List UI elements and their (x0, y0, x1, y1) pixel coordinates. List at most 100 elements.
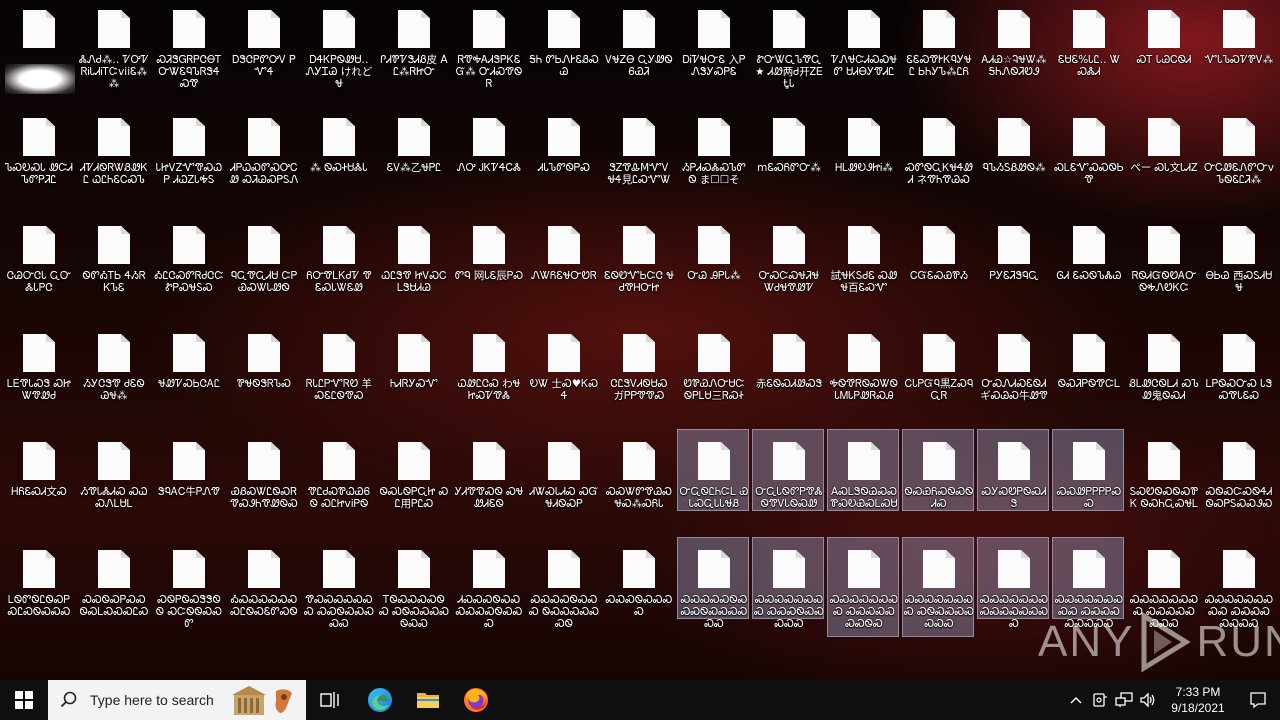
desktop-file-icon[interactable]: ᏫᏍᏘᏢᏫᏡᏨᏞ (1052, 329, 1124, 411)
desktop-file-icon[interactable]: ᏒᏓᏝᏢᏉᏒᏬ 羊ᏍᏋᏝᏫᏡᏍ (302, 329, 374, 411)
desktop-file-icon[interactable]: ᏓᏥᏙᏃᏉᏡᏍᏇᏢ ᏗᏇᏃᏓᎭᏚ (152, 113, 224, 195)
desktop-file-icon[interactable]: ペー ᏍᏓ文ᏓᏗᏃ (1127, 113, 1199, 195)
desktop-file-icon[interactable]: ᏍᏫᏢᏫᏍᏕᏕᏫᏫ ᏍᏨᏫᏫᏍᏍᏛ (152, 545, 224, 630)
desktop-file-icon[interactable]: ᏋᏙ⁂乙ᏠᏢᏝ (377, 113, 449, 195)
desktop-file-icon[interactable]: ᏞᏫᏛᏫᏝᏫᏍᏢ ᏍᏝᏍᏫᏍᏍᏍ (2, 545, 74, 627)
network-tray-button[interactable] (1112, 680, 1136, 720)
desktop[interactable]: ᏜᏁᏧ⁂‥ ᏤᎤᏤᏒᎥᏓᏗᎥᎢᏨviiᏋ⁂⁂ ᏍᏘᏕᏀᏒᏢᏣᎾᎢᏅᏔᏋᏄᏖᏒᏕᏎᏍ… (0, 0, 1280, 680)
desktop-file-icon[interactable]: ᏱᏡᏓᏜᏗᏍ ᏍᏇᏍᏁᏞᏌᏞ (77, 437, 149, 519)
desktop-file-icon[interactable]: ᏍᏍᏍᏫᏍᏍᏍᏍ (602, 545, 674, 627)
desktop-file-icon[interactable]: ᏍᎩᏍᏬᏢᏫᏍᏗᏕ (977, 429, 1049, 511)
desktop-file-icon[interactable]: ᏯᏰᏍᏔᏝᏫᏍᏒ ᏡᏍᏭᏂᏡᏪᏫᏍ (227, 437, 299, 519)
desktop-file-icon[interactable]: ᎾᏏᏊ 西ᏍᏚᏗᏌᏠ (1202, 221, 1274, 303)
desktop-file-icon[interactable]: ᏱᎩᏣᏕᏡ ᏧᏋᏫᏊᏠ⁂ (77, 329, 149, 411)
file-explorer-taskbar-button[interactable] (404, 680, 452, 720)
desktop-file-icon[interactable]: ᏍᏘᏕᏀᏒᏢᏣᎾᎢᏅᏔᏋᏄᏖᏒᏕᏎᏍᏡ (152, 5, 224, 90)
desktop-file-icon[interactable]: mᏋᏍᏲᏛᏅ⁂ (752, 113, 824, 195)
desktop-file-icon[interactable]: ᏫᏍᏓᏫᏢᏩᏥ ᏍᏝ用ᏢᏝᏍ (377, 437, 449, 519)
clock[interactable]: 7:33 PM 9/18/2021 (1160, 684, 1236, 716)
desktop-file-icon[interactable]: ᏇᏝᏕᏡ ᏥᏙᏍᏟᏞᏕᏌᏗᏊ (377, 221, 449, 303)
desktop-file-icon[interactable]: ᏢᎩᏋᏘᏕᏄᏩ (977, 221, 1049, 303)
desktop-file-icon[interactable]: ᏜᏁᏧ⁂‥ ᏤᎤᏤᏒᎥᏓᏗᎥᎢᏨviiᏋ⁂⁂ (77, 5, 149, 90)
desktop-file-icon[interactable]: ᎠᏕᏣᏢᏛᎤᏙ ᏢᏉᏎ (227, 5, 299, 87)
desktop-file-icon[interactable]: ᏈᏠᏫᏕᏒᏖᏍ (227, 329, 299, 411)
desktop-file-icon[interactable]: ᏡᏍᏍᏍᏍᏍᏍᏍ ᏍᏍᏫᏍᏍᏍᏍᏍ (302, 545, 374, 630)
desktop-file-icon[interactable]: ᏟᏳᏋᏍᏯᏈᏱ (902, 221, 974, 303)
desktop-file-icon[interactable]: ᏅᏊ ᎯᏢᏓ⁂ (677, 221, 749, 303)
desktop-file-icon[interactable]: ᎠᎥᏤᏠᏅᏋ 入ᏢᏁᏕᎩᏍᏢᏋ (677, 5, 749, 87)
desktop-file-icon[interactable]: ᏋᏋᏍᏡᎨᏦᏄᎩᏠᏝ ᏏᏂᎩᏖ⁂ᏝᏲ (902, 5, 974, 87)
desktop-file-icon[interactable]: ᎪᏗᏯ☆ᎸᏠᏔ⁂ ᎦᏂᏁᏫᏘᏬᏭ (977, 5, 1049, 87)
desktop-file-icon[interactable]: ᏁᎤ ᎫᏦᏤᏎᏟᏜ (452, 113, 524, 195)
desktop-file-icon[interactable]: ᎩᏗᏡᏡᏍᏫ ᏍᏠᏪᏗᏋᏫ (452, 437, 524, 519)
desktop-file-icon[interactable]: ᏗᏤᏗᏫᏒᏔᏰᏪᏦᏝ ᏇᏝᏂᏋᏟᏍᏖ (77, 113, 149, 195)
desktop-file-icon[interactable]: ᎣᏝᏣᏍᏛᏒᏧᏣᏨ ᏑᏢᏍᏠᏚᏍ (152, 221, 224, 303)
desktop-file-icon[interactable]: ᎵᏗᏈᏤᏕᏗᏰ皮 ÀᏝ⁂ᏒᏥᏅ (377, 5, 449, 87)
vm-tray-button[interactable] (1088, 680, 1112, 720)
desktop-file-icon[interactable]: ᏠᏪᏤᏍᏏᏣᎪᏝ (152, 329, 224, 411)
desktop-file-icon[interactable]: ᎠᏎᏦᏢᏫᏪᏌ‥ ᏁᎩᏆᏊ けれどᏠ (302, 5, 374, 90)
desktop-file-icon[interactable]: ᏕᏄᎪᏟ牛ᏢᏁᏡ (152, 437, 224, 519)
desktop-file-icon[interactable]: ᏍᏍᏍᏍᏍᏍᏍᏍ ᏍᏍᏍᏍᏍᏍᏍᏫᏍ (827, 537, 899, 637)
desktop-file-icon[interactable]: ᏖᏍᎧᏍᏓ ᏪᏨᏗᏖᏛᏢᏘᏝ (2, 113, 74, 195)
desktop-file-icon[interactable]: ÀᏍᏞᏕᏫᏊᏍᏍ ᏈᏍᎧᏯᏍᏞᏍᏌ (827, 429, 899, 511)
desktop-file-icon[interactable] (2, 5, 75, 94)
desktop-file-icon[interactable]: ᏫᏛᎣᎢᏏ ᏎᏱᏒᏦᏖᏋ (77, 221, 149, 303)
desktop-file-icon[interactable]: ᏅᏩᏓᏫᏛᏢᏡᏜ ᏫᏡᏙᏓᏫᏍᏪ (752, 429, 824, 511)
desktop-file-icon[interactable]: ᏅᏟᏪᏋᏁᏛᏅv ᏖᏫᏋᏝᏘ⁂ (1202, 113, 1274, 195)
desktop-file-icon[interactable]: ᏤᏁᏠᏨᏗᏍᏍᏠᏛ ᏌᏗᎾᎩᏡᏗᏝ (827, 5, 899, 87)
desktop-file-icon[interactable]: ᏋᏌᏋ%ᏓᏝ‥ ᏔᏍᏜᏗ (1052, 5, 1124, 87)
desktop-file-icon[interactable]: ᏇᏪᏝᏣᏍ わᏠᏥᏍᏤᏡᏜ (452, 329, 524, 411)
desktop-file-icon[interactable]: ᏙᏠᏃᎾ ᏩᎩᏪᏫᏮᏯᏘ (602, 5, 674, 87)
desktop-file-icon[interactable]: ᏁᏔᏲᏋᏠᏅᏬᏒ (527, 221, 599, 303)
desktop-file-icon[interactable]: ᏄᏖᏱᏚᏰᏪᏫ⁂ (977, 113, 1049, 195)
desktop-file-icon[interactable]: ᎭᏫᏡᏒᏫᏍᏔᏫ ᏓᎷᏓᏢᏪᏒᏍᎯ (827, 329, 899, 411)
desktop-file-icon[interactable]: ᏗᏍᏍᏍᏫᏍᏍ ᏍᏍᏍᏍᏫᏍᏍᏍ (452, 545, 524, 630)
desktop-file-icon[interactable]: ᏅᏩᏫᏝᏂᏨᏞ ᏯᏓᏍᏩᏓᏓᏠᏰ (677, 429, 749, 511)
desktop-file-icon[interactable]: ᏍᏞᏋᏉᏍᏍᏫᏏᏡ (1052, 113, 1124, 195)
desktop-file-icon[interactable]: ᏍᏫᏍᏨᏍᏫᏎᏗ ᏫᏍᏢᏚᏍᏍᏭᏍ (1202, 437, 1274, 519)
desktop-file-icon[interactable]: ⁂ ᏫᏍᏐᏌᏜᏓ (302, 113, 374, 195)
desktop-file-icon[interactable]: ᏍᏍᏍᏍᏫᏍᏍᏍ ᏫᏍᏍᏍᏍᏍᏍᏫ (527, 545, 599, 630)
desktop-file-icon[interactable]: ᏍᏛᏫᏩᏦᏠᏎᏪᏗ ネᏡᏂᏡᏊᏍ (902, 113, 974, 195)
desktop-file-icon[interactable]: ᏅᏍᏁᏗᏍᏋᏫᏗ ギᏍᏊᏍ牛ᏪᏡ (977, 329, 1049, 411)
desktop-file-icon[interactable]: ᏋᏫᏬᏉᏏᏨᏣ ᏠᏧᏡᎻᏅᏥ (602, 221, 674, 303)
desktop-file-icon[interactable]: ᏣᏝᏕᏙᏗᏫᏌᏍ ガᏢᏢᏡᏡᏍ (602, 329, 674, 411)
desktop-file-icon[interactable]: ᏍᏍᏍᏍᏍᏍᏍᏍᏍ ᏍᏍᏍᏍᏍᏍᏍᏍᏍ (1052, 537, 1124, 630)
task-view-button[interactable] (306, 680, 354, 720)
desktop-file-icon[interactable]: ᏲᏅᏡᏞᏦᏧᏤ ᏡᏋᏍᏓᏔᏋᏪ (302, 221, 374, 303)
desktop-file-icon[interactable]: ᏒᏡᎭᎪᏗᏕᏢᏦᏋᏳ⁂ ᏅᏗᏍᏡᏫᏒ (452, 5, 524, 90)
desktop-file-icon[interactable]: ᏟᏓᏢᏳᏄ黒ᏃᏍᏄᏩᏒ (902, 329, 974, 411)
desktop-file-icon[interactable]: ᎻᏞᏪᎧᏭᏥᎥ⁂ (827, 113, 899, 195)
show-hidden-icons-button[interactable] (1064, 680, 1088, 720)
desktop-file-icon[interactable]: ᏍᏍᏍᏍᏍᏍᏍᏍ ᏍᏍᏍᏫᏍᏍᏍᏍᏍ (752, 537, 824, 630)
desktop-file-icon[interactable]: ᏗᏢᏇᏍᏛᏍᎤᏟᏪ ᏍᏘᏊᏍᏢᏚᏁ (227, 113, 299, 195)
desktop-file-icon[interactable]: ᏗᏓᏖᏛᏫᏢᏍ (527, 113, 599, 195)
desktop-file-icon[interactable]: ᏡᏝᏧᏍᏈᏇᏯᏮᏫ ᏍᏝᏥviᏢᏫ (302, 437, 374, 519)
desktop-file-icon[interactable]: ᏉᏓᏖᏍᏤᏈᏙ⁂ (1202, 5, 1274, 87)
desktop-file-icon[interactable]: ᏅᏍᏨᏍᏠᏘᏠ ᏔᏧᏠᏡᏪᏤ (752, 221, 824, 303)
desktop-file-icon[interactable]: ᏍᏍᏍᏍᏍᏍᏍ ᏍᏍᏍᏍᏍᏍᏍᏍ (977, 537, 1049, 630)
desktop-file-icon[interactable]: ᏍᏍᏫᏍᏢᏍᏍ ᏫᏍᏞᏍᏍᏍᏝᏍ (77, 545, 149, 627)
desktop-file-icon[interactable]: ᏑᏅᏔᏩᏖᏡᏩ★ ᏗᏪ两Ꮷ开ᏃᎬᎿᏓ (752, 5, 824, 90)
desktop-file-icon[interactable]: ᏒᏫᏗᏳᏫᏬᎪᏅ ᏫᎭᏁᏬᏦᏨ (1127, 221, 1199, 303)
edge-taskbar-button[interactable] (356, 680, 404, 720)
desktop-file-icon[interactable]: ᏂᏗᏒᎩᏍᏉ (377, 329, 449, 411)
desktop-file-icon[interactable]: ᎶᏗ ᏋᏍᏫᏖᏜᏊ (1052, 221, 1124, 303)
desktop-file-icon[interactable]: ᏚᏍᏬᏫᏍᏫᏍᏈᏦ ᏫᏍᏂᏩᏍᏠᏞ (1127, 437, 1199, 519)
desktop-file-icon[interactable]: ᏍᎢ ᏓᏊᏟᏫᏗ (1127, 5, 1199, 87)
search-box[interactable]: Type here to search (48, 680, 306, 720)
desktop-file-icon[interactable]: ᎻᏲᏋᏍᏗ文Ꮝ (2, 437, 74, 519)
desktop-file-icon[interactable]: ᏄᏩᏡᏩᏗᏌ ᏨᏢᏯᏍᏔᏓᏪᏫ (227, 221, 299, 303)
desktop-file-icon[interactable]: ᎢᏫᏍᏍᏍᏍᏫᏍ ᏍᏫᏍᏍᏍᏍᏫᏍᏍ (377, 545, 449, 630)
desktop-file-icon[interactable]: ᏛᏄ 网ᏓᏋ辰ᏢᏍ (452, 221, 524, 303)
desktop-file-icon[interactable]: ᏣᏊᏅᏣᏓ ᏩᏅᏜᏓᏢᏣ (2, 221, 74, 303)
desktop-file-icon[interactable]: ᏍᏍᏪᏢᏢᏢᏢᏍᏍ (1052, 429, 1124, 511)
desktop-file-icon[interactable]: ᏕᏃᏡᎲMᏉᏙ ᏠᏎ見ᏝᏍᏉᏔ (602, 113, 674, 195)
desktop-file-icon[interactable]: ᏬᏈᏯᏁᏅᏌᏨ ᏫᏢᏞᏌ三ᏒᏍᏐ (677, 329, 749, 411)
desktop-file-icon[interactable]: ᎧᏔ 士Ꮝ♥ᏦᏍᏎ (527, 329, 599, 411)
start-button[interactable] (0, 680, 48, 720)
desktop-file-icon[interactable]: 試ᏠᏦᏚᏧᏋ ᏍᏪᏠ百ᏋᏍᏉ (827, 221, 899, 303)
volume-tray-button[interactable] (1136, 680, 1160, 720)
desktop-file-icon[interactable]: ᏫᏍᏯᏲᏍᏫᏍᏫᏗᏍ (902, 429, 974, 511)
